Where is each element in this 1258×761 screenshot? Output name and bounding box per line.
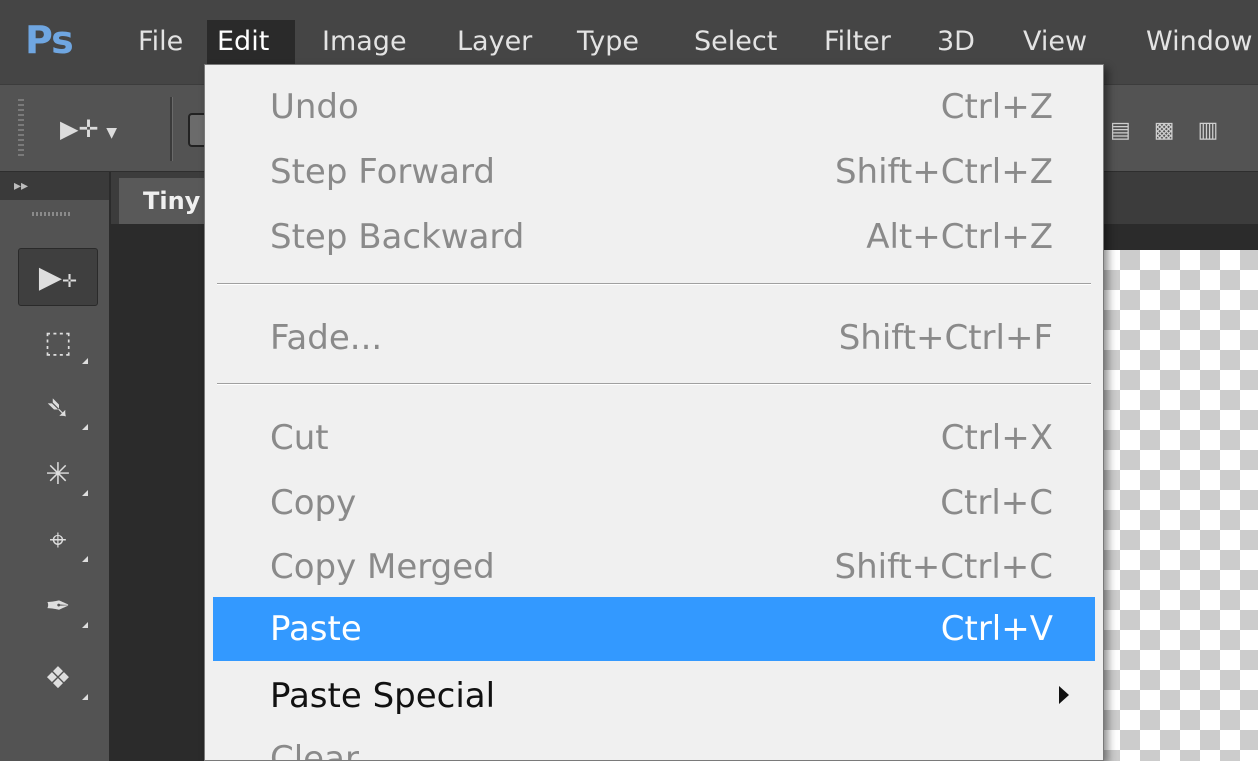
transparent-canvas[interactable] bbox=[1100, 250, 1258, 761]
menu-layer[interactable]: Layer bbox=[447, 20, 542, 64]
options-divider bbox=[170, 97, 172, 161]
menu-image[interactable]: Image bbox=[312, 20, 417, 64]
menu-item-cut[interactable]: Cut Ctrl+X bbox=[213, 406, 1095, 470]
crop-tool-icon[interactable]: ⌖ bbox=[18, 512, 98, 570]
menu-item-paste[interactable]: Paste Ctrl+V bbox=[213, 597, 1095, 661]
menu-item-label: Paste Special bbox=[270, 676, 496, 716]
menu-filter[interactable]: Filter bbox=[814, 20, 901, 64]
move-tool-icon: ▶✛ bbox=[60, 115, 99, 143]
menu-separator bbox=[217, 283, 1091, 285]
expand-panel-icon[interactable]: ▸▸ bbox=[14, 178, 28, 194]
edit-menu-dropdown: Undo Ctrl+Z Step Forward Shift+Ctrl+Z St… bbox=[204, 64, 1104, 761]
align-top-edges-icon[interactable]: ▤ bbox=[1110, 118, 1131, 143]
tools-panel-grip[interactable] bbox=[32, 212, 72, 216]
tool-preset-picker[interactable]: ▶✛ ▼ bbox=[60, 107, 140, 151]
menu-item-undo[interactable]: Undo Ctrl+Z bbox=[213, 75, 1095, 139]
menu-window[interactable]: Window bbox=[1136, 20, 1258, 64]
healing-brush-tool-icon[interactable]: ❖ bbox=[18, 650, 98, 708]
menu-view[interactable]: View bbox=[1013, 20, 1097, 64]
menu-separator bbox=[217, 383, 1091, 385]
menu-item-shortcut: Ctrl+C bbox=[940, 483, 1053, 523]
menu-type[interactable]: Type bbox=[567, 20, 649, 64]
menu-file[interactable]: File bbox=[128, 20, 193, 64]
menu-edit[interactable]: Edit bbox=[207, 20, 295, 64]
menu-item-shortcut: Shift+Ctrl+F bbox=[838, 318, 1053, 358]
photoshop-logo: Ps bbox=[25, 18, 74, 62]
menu-item-fade[interactable]: Fade... Shift+Ctrl+F bbox=[213, 306, 1095, 370]
tools-panel: ▸▸ ▶✛ ⬚ ➴ ✳ ⌖ ✒ ❖ bbox=[0, 172, 111, 761]
menu-item-clear[interactable]: Clear bbox=[213, 727, 1095, 761]
menu-item-shortcut: Ctrl+Z bbox=[940, 87, 1053, 127]
menu-item-shortcut: Ctrl+V bbox=[940, 609, 1053, 649]
menu-item-label: Copy Merged bbox=[270, 547, 495, 587]
menu-item-paste-special[interactable]: Paste Special bbox=[213, 664, 1095, 728]
menu-item-label: Clear bbox=[270, 739, 359, 761]
align-bottom-edges-icon[interactable]: ▥ bbox=[1198, 118, 1219, 143]
menu-select[interactable]: Select bbox=[684, 20, 787, 64]
eyedropper-tool-icon[interactable]: ✒ bbox=[18, 578, 98, 636]
menu-item-step-forward[interactable]: Step Forward Shift+Ctrl+Z bbox=[213, 140, 1095, 204]
menu-item-label: Step Backward bbox=[270, 217, 525, 257]
menu-item-shortcut: Alt+Ctrl+Z bbox=[866, 217, 1053, 257]
lasso-tool-icon[interactable]: ➴ bbox=[18, 380, 98, 438]
menu-item-copy[interactable]: Copy Ctrl+C bbox=[213, 471, 1095, 535]
rectangular-marquee-tool-icon[interactable]: ⬚ bbox=[18, 314, 98, 372]
submenu-arrow-icon bbox=[1059, 686, 1069, 704]
menu-item-label: Fade... bbox=[270, 318, 383, 358]
menu-item-label: Cut bbox=[270, 418, 329, 458]
menu-item-label: Paste bbox=[270, 609, 362, 649]
menu-3d[interactable]: 3D bbox=[927, 20, 985, 64]
menu-item-label: Undo bbox=[270, 87, 359, 127]
align-vertical-centers-icon[interactable]: ▩ bbox=[1154, 118, 1175, 143]
menu-item-step-backward[interactable]: Step Backward Alt+Ctrl+Z bbox=[213, 205, 1095, 269]
menu-item-shortcut: Shift+Ctrl+Z bbox=[834, 152, 1053, 192]
tools-panel-header[interactable]: ▸▸ bbox=[0, 172, 109, 200]
options-bar-grip[interactable] bbox=[18, 99, 24, 159]
align-buttons: ▤ ▩ ▥ bbox=[1110, 113, 1258, 149]
menu-item-label: Copy bbox=[270, 483, 357, 523]
menu-item-label: Step Forward bbox=[270, 152, 495, 192]
chevron-down-icon: ▼ bbox=[106, 125, 117, 141]
menu-item-shortcut: Shift+Ctrl+C bbox=[834, 547, 1054, 587]
move-tool-icon[interactable]: ▶✛ bbox=[18, 248, 98, 306]
magic-wand-tool-icon[interactable]: ✳ bbox=[18, 446, 98, 504]
menu-item-shortcut: Ctrl+X bbox=[940, 418, 1053, 458]
menu-item-copy-merged[interactable]: Copy Merged Shift+Ctrl+C bbox=[213, 535, 1095, 599]
